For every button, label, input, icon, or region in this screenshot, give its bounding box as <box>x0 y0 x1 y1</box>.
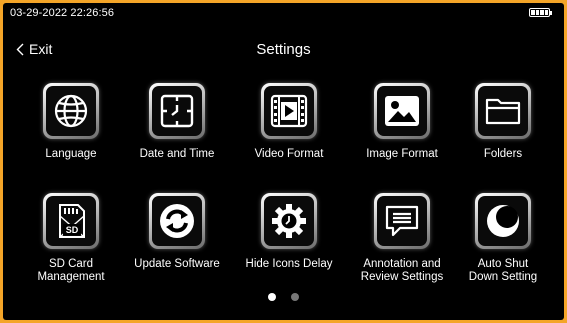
page-dot-2[interactable] <box>291 293 299 301</box>
page-title: Settings <box>256 41 311 58</box>
auto-shut-down-label: Auto Shut Down Setting <box>468 258 538 283</box>
hide-icons-delay-label: Hide Icons Delay <box>245 258 333 270</box>
video-format-label: Video Format <box>254 148 324 160</box>
gear-clock-icon <box>272 204 306 238</box>
page-dot-1[interactable] <box>268 293 276 301</box>
page-indicator <box>3 293 564 301</box>
date-and-time-tile[interactable]: Date and Time <box>120 83 234 161</box>
annotation-review-settings-label: Annotation and Review Settings <box>360 258 444 283</box>
image-icon <box>385 96 419 126</box>
folders-label: Folders <box>483 148 523 160</box>
language-label: Language <box>45 148 97 160</box>
moon-icon <box>487 205 519 237</box>
update-software-label: Update Software <box>134 258 220 270</box>
language-tile[interactable]: Language <box>14 83 128 161</box>
folder-icon <box>485 98 521 125</box>
svg-text:SD: SD <box>66 225 79 235</box>
refresh-icon <box>160 204 194 238</box>
video-play-icon <box>270 94 308 128</box>
battery-icon <box>529 8 552 17</box>
video-format-tile[interactable]: Video Format <box>232 83 346 161</box>
clock-icon <box>160 94 194 128</box>
status-datetime: 03-29-2022 22:26:56 <box>10 7 115 19</box>
folders-tile[interactable]: Folders <box>446 83 560 161</box>
image-format-label: Image Format <box>366 148 438 160</box>
date-and-time-label: Date and Time <box>139 148 215 160</box>
status-bar: 03-29-2022 22:26:56 <box>3 3 564 23</box>
globe-icon <box>54 94 88 128</box>
hide-icons-delay-tile[interactable]: Hide Icons Delay <box>232 193 346 271</box>
image-format-tile[interactable]: Image Format <box>345 83 459 161</box>
auto-shut-down-tile[interactable]: Auto Shut Down Setting <box>446 193 560 284</box>
sd-card-management-label: SD Card Management <box>37 258 105 283</box>
annotation-review-settings-tile[interactable]: Annotation and Review Settings <box>345 193 459 284</box>
update-software-tile[interactable]: Update Software <box>120 193 234 271</box>
sd-card-icon: SD <box>59 204 85 238</box>
sd-card-management-tile[interactable]: SD SD Card Management <box>14 193 128 284</box>
speech-bubble-icon <box>385 205 419 237</box>
settings-screen: 03-29-2022 22:26:56 Exit Settings Langua… <box>3 3 564 320</box>
